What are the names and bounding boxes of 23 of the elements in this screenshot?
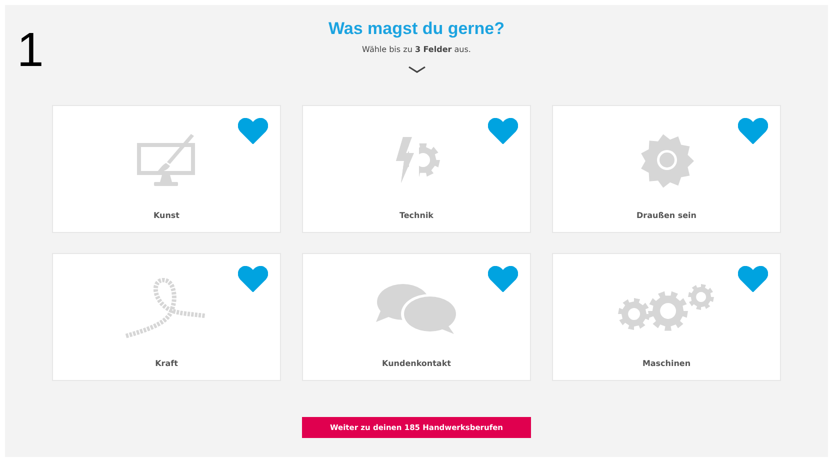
card-label: Technik <box>399 211 434 220</box>
card-label: Draußen sein <box>636 211 696 220</box>
speech-bubbles-icon <box>374 282 458 336</box>
heart-icon[interactable] <box>488 266 518 292</box>
instruction-text: Wähle bis zu 3 Felder aus. <box>362 44 471 55</box>
card-label: Kundenkontakt <box>382 359 451 368</box>
category-card[interactable]: Draußen sein <box>552 105 781 233</box>
heart-icon[interactable] <box>238 118 268 144</box>
category-card[interactable]: Kunst <box>52 105 281 233</box>
category-card[interactable]: Maschinen <box>552 253 781 381</box>
heart-icon[interactable] <box>238 266 268 292</box>
heart-icon[interactable] <box>738 118 768 144</box>
card-label: Kraft <box>155 359 178 368</box>
heart-icon[interactable] <box>488 118 518 144</box>
category-card[interactable]: Technik <box>302 105 531 233</box>
category-card[interactable]: Kraft <box>52 253 281 381</box>
step-number: 1 <box>17 27 44 75</box>
category-card[interactable]: Kundenkontakt <box>302 253 531 381</box>
heart-icon[interactable] <box>738 266 768 292</box>
chevron-down-icon[interactable] <box>408 66 426 74</box>
card-label: Kunst <box>153 211 180 220</box>
card-label: Maschinen <box>642 359 691 368</box>
page-title: Was magst du gerne? <box>328 18 504 40</box>
